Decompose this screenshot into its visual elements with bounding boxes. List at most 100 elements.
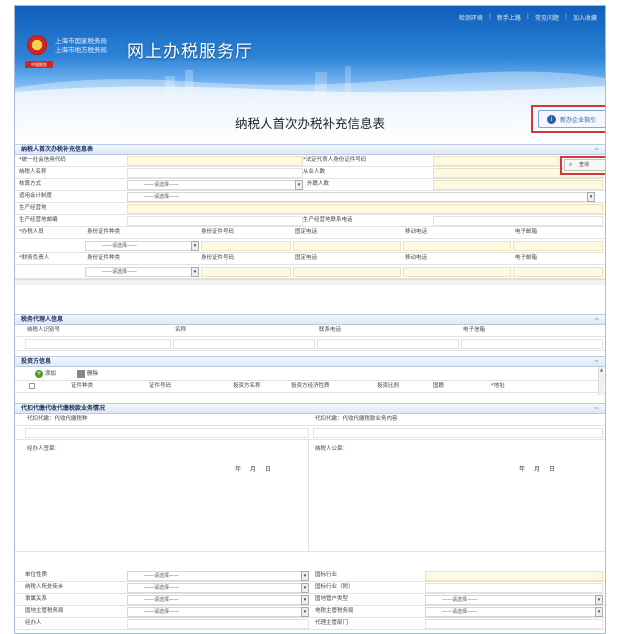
dropdown-arrow-icon[interactable]: ▾ (301, 595, 309, 605)
section4-title: 代扣代缴代收代缴税款业务情况 (21, 405, 106, 412)
col-id-type: 身份证件种类 (87, 255, 121, 261)
bureau-name-state: 上海市国家税务局 (55, 37, 107, 45)
label-tax-officer: *办税人员 (19, 229, 44, 235)
fin-officer-landline-input[interactable] (293, 267, 401, 277)
collapse-icon[interactable]: ≈ (594, 404, 599, 414)
collapse-icon[interactable]: ≈ (594, 315, 599, 325)
unit-nature-select[interactable]: ——请选择—— ▾ (127, 571, 309, 581)
horizontal-scrollbar[interactable] (15, 279, 605, 285)
row-credit-code: *统一社会信用代码 *法定代表人身份证件号码 (15, 155, 605, 167)
street-select[interactable]: ——请选择—— ▾ (127, 583, 309, 593)
fin-officer-mobile-input[interactable] (403, 267, 511, 277)
dropdown-arrow-icon[interactable]: ▾ (191, 241, 199, 251)
industry-input[interactable] (425, 571, 603, 581)
industry-sub-input[interactable] (425, 583, 603, 593)
handler-input[interactable] (127, 619, 309, 629)
row-biz-contact: 生产经营地邮编 生产经营地联系电话 (15, 215, 605, 227)
fin-officer-id-type-select[interactable]: ——请选择—— ▾ (85, 267, 199, 277)
local-tax-office-value: ——请选择—— (442, 609, 478, 615)
withholding-tax-type-input[interactable] (25, 428, 309, 438)
collapse-icon[interactable]: ≈ (594, 145, 599, 155)
dropdown-arrow-icon[interactable]: ▾ (595, 595, 603, 605)
biz-contact-input[interactable] (433, 216, 603, 226)
acct-system-select[interactable]: ——请选择—— ▾ (127, 192, 595, 202)
col-email: 电子邮箱 (515, 255, 538, 261)
row-accounting: 核算方式 ——请选择—— ▾ 外籍人数 (15, 179, 605, 191)
section-tax-agent: 税务代理人信息 ≈ 纳税人识别号 名称 联系电话 电子信箱 (15, 314, 605, 351)
row-investor-head: 证件种类 证件号码 投资方名称 投资方经济性质 投资比例 国籍 *地址 (15, 381, 605, 393)
site-header: 检测环境 | 新手上路 | 常见问题 | 加入收藏 中国税务 上海市国家税务局 … (15, 6, 605, 98)
agent-name-input[interactable] (173, 339, 315, 349)
dropdown-arrow-icon[interactable]: ▾ (595, 607, 603, 617)
top-nav: 检测环境 | 新手上路 | 常见问题 | 加入收藏 (458, 13, 597, 22)
highlight-search-box (560, 156, 605, 175)
local-tax-office-select[interactable]: ——请选择—— ▾ (425, 607, 603, 617)
fin-officer-email-input[interactable] (513, 267, 603, 277)
col-inv-name: 投资方名称 (233, 383, 261, 389)
site-title: 网上办税服务厅 (127, 42, 253, 62)
tax-officer-email-input[interactable] (513, 241, 603, 251)
top-nav-faq[interactable]: 常见问题 (535, 13, 559, 22)
taxpayer-seal-box: 纳税人公章： 年月日 (309, 440, 605, 551)
account-type-select[interactable]: ——请选择—— ▾ (425, 595, 603, 605)
biz-address-input[interactable] (127, 204, 603, 214)
affiliation-select[interactable]: ——请选择—— ▾ (127, 595, 309, 605)
section-first-tax-info: 纳税人首次办税补充信息表 ≈ *统一社会信用代码 *法定代表人身份证件号码 纳税… (15, 144, 605, 285)
accounting-select[interactable]: ——请选择—— ▾ (127, 180, 303, 190)
state-tax-office-select[interactable]: ——请选择—— ▾ (127, 607, 309, 617)
handler-signature-box: 经办人签章： 年月日 (15, 440, 309, 551)
label-biz-address: 生产经营地 (19, 205, 47, 211)
label-legal-id: *法定代表人身份证件号码 (303, 157, 367, 163)
dropdown-arrow-icon[interactable]: ▾ (295, 180, 303, 190)
tax-officer-id-type-select[interactable]: ——请选择—— ▾ (85, 241, 199, 251)
label-affiliation: 隶属关系 (25, 596, 48, 602)
legal-id-input[interactable] (433, 156, 559, 166)
agent-email-input[interactable] (461, 339, 603, 349)
col-landline: 固定电话 (295, 255, 318, 261)
tax-officer-mobile-input[interactable] (403, 241, 511, 251)
top-nav-newbie[interactable]: 新手上路 (497, 13, 521, 22)
add-investor-button[interactable]: + 添加 (35, 369, 56, 379)
withholding-content-input[interactable] (313, 428, 603, 438)
credit-code-input[interactable] (127, 156, 303, 166)
agent-taxid-input[interactable] (25, 339, 171, 349)
row-biz-address: 生产经营地 (15, 203, 605, 215)
top-nav-check-env[interactable]: 检测环境 (459, 13, 483, 22)
dropdown-arrow-icon[interactable]: ▾ (587, 192, 595, 202)
fin-officer-id-input[interactable] (201, 267, 291, 277)
dropdown-arrow-icon[interactable]: ▾ (301, 607, 309, 617)
dropdown-arrow-icon[interactable]: ▾ (191, 267, 199, 277)
scroll-up-icon[interactable]: ▲ (599, 367, 604, 373)
col-agent-taxid: 纳税人识别号 (27, 327, 61, 333)
row-agent-input (15, 337, 605, 351)
select-all-checkbox[interactable] (29, 383, 35, 389)
tax-officer-id-input[interactable] (201, 241, 291, 251)
investor-scrollbar[interactable]: ▲ (598, 367, 604, 395)
biz-postcode-input[interactable] (127, 216, 303, 226)
foreign-count-input[interactable] (433, 180, 603, 190)
col-inv-nationality: 国籍 (433, 383, 445, 389)
agent-dept-input[interactable] (425, 619, 603, 629)
page-title-band: 纳税人首次办税补充信息表 (15, 98, 605, 144)
section3-title: 投资方信息 (21, 358, 52, 365)
dropdown-arrow-icon[interactable]: ▾ (301, 583, 309, 593)
row-unit-nature: 单位性质 ——请选择—— ▾ 国标行业 (15, 570, 605, 582)
taxpayer-name-input[interactable] (127, 168, 303, 178)
tax-officer-landline-input[interactable] (293, 241, 401, 251)
row-state-tax-office: 国地主管税务局 ——请选择—— ▾ 地税主管税务局 ——请选择—— ▾ (15, 606, 605, 618)
row-street: 纳税人所处街乡 ——请选择—— ▾ 国标行业（附） (15, 582, 605, 594)
plus-icon: + (35, 370, 43, 378)
label-biz-contact: 生产经营地联系电话 (303, 217, 353, 223)
affiliation-value: ——请选择—— (144, 597, 180, 603)
col-landline: 固定电话 (295, 229, 318, 235)
label-industry: 国标行业 (315, 572, 338, 578)
delete-investor-button[interactable]: 删除 (77, 369, 98, 379)
top-nav-favorite[interactable]: 加入收藏 (573, 13, 597, 22)
add-button-label: 添加 (45, 371, 57, 377)
agent-phone-input[interactable] (317, 339, 459, 349)
street-value: ——请选择—— (144, 585, 180, 591)
dropdown-arrow-icon[interactable]: ▾ (301, 571, 309, 581)
label-withholding-content: 代扣代缴：代收代缴税款业务内容 (315, 416, 398, 422)
collapse-icon[interactable]: ≈ (594, 357, 599, 367)
label-agent-dept: 代理主管部门 (315, 620, 349, 626)
